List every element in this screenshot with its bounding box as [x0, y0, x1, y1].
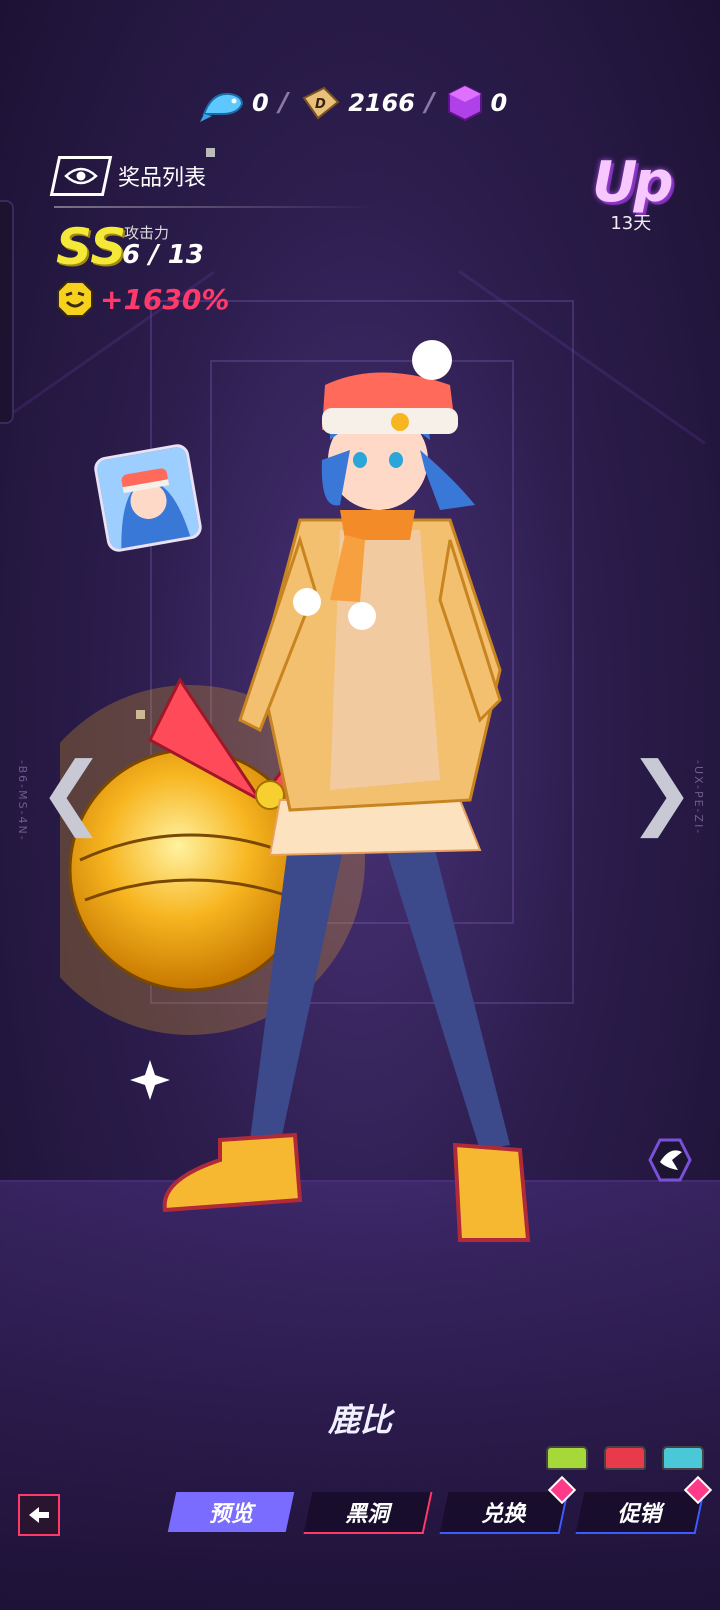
color-swatch-cyan[interactable] [662, 1446, 704, 1470]
dice-count: 2166 [348, 89, 415, 117]
color-swatch-green[interactable] [546, 1446, 588, 1470]
svg-text:D: D [315, 97, 326, 112]
tab-blackhole[interactable]: 黑洞 [303, 1492, 433, 1534]
currency-fish: 0 [200, 84, 269, 122]
tab-preview-label: 预览 [208, 1502, 253, 1527]
up-label: Up [592, 150, 674, 215]
tab-promotion-label: 促销 [617, 1502, 662, 1527]
tab-blackhole-label: 黑洞 [345, 1502, 390, 1527]
up-badge[interactable]: Up 13天 [592, 150, 674, 235]
attack-bonus: +1630% [100, 282, 230, 316]
smiley-icon [57, 281, 93, 317]
currency-bar: 0 / D 2166 / 0 [200, 84, 507, 122]
fish-icon [200, 92, 244, 122]
bonus-row: +1630% [56, 280, 229, 318]
side-code-left: -B6-MS-4N- [16, 760, 29, 842]
back-button[interactable] [18, 1494, 60, 1536]
currency-dice: D 2166 [298, 84, 415, 122]
divider [54, 206, 374, 208]
back-arrow-icon [29, 1507, 49, 1523]
dice-icon: D [302, 86, 340, 120]
color-swatch-red[interactable] [604, 1446, 646, 1470]
next-character-button[interactable]: ❯ [628, 745, 695, 838]
currency-cube: 0 [445, 84, 508, 122]
rank-badge: SS [56, 218, 127, 276]
character-name: 鹿比 [327, 1401, 392, 1439]
color-selector [546, 1446, 704, 1470]
eye-icon [49, 156, 113, 196]
tab-preview[interactable]: 预览 [167, 1492, 295, 1532]
attack-value: 6 / 13 [122, 240, 204, 270]
side-drawer-tab[interactable] [0, 200, 14, 424]
prev-character-button[interactable]: ❮ [38, 745, 105, 838]
divider: / [425, 88, 435, 118]
prize-list-button[interactable]: 奖品列表 [49, 156, 207, 196]
cube-icon [447, 84, 482, 122]
decor-square [206, 148, 215, 157]
side-code-right: -UX-PE-ZI- [692, 760, 705, 836]
character-model [60, 340, 531, 1242]
fish-count: 0 [252, 89, 269, 117]
tab-exchange-label: 兑换 [481, 1502, 526, 1527]
pose-action-icon[interactable] [648, 1138, 692, 1182]
cube-count: 0 [490, 89, 508, 117]
tab-promotion[interactable]: 促销 [575, 1492, 705, 1534]
tab-exchange[interactable]: 兑换 [439, 1492, 569, 1534]
divider: / [278, 88, 289, 118]
prize-list-label: 奖品列表 [118, 166, 207, 191]
